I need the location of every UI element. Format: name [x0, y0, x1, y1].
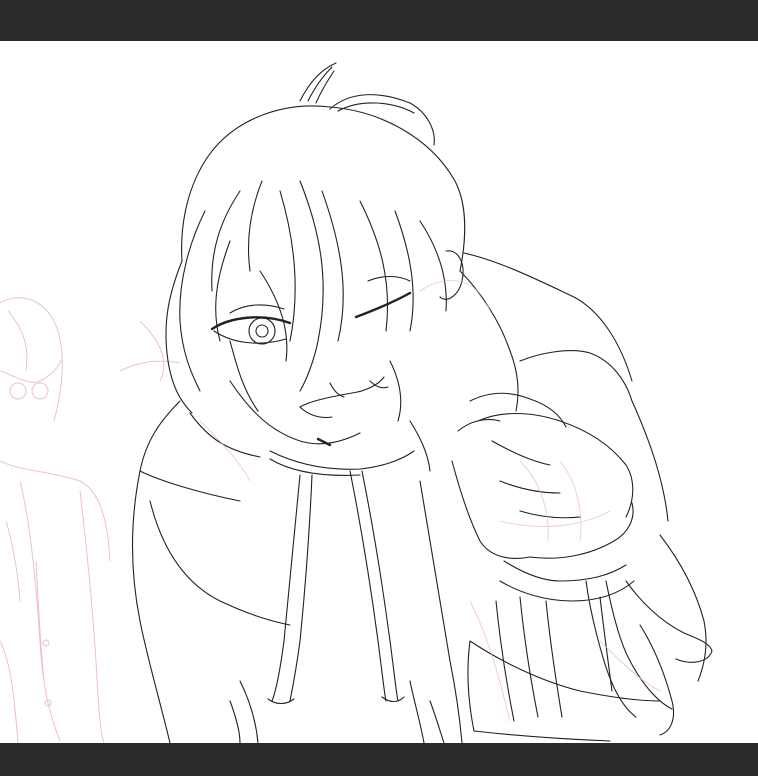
top-toolbar: [0, 0, 758, 41]
overlay-sketch: [199, 280, 661, 722]
main-lineart: [131, 62, 713, 743]
drawing-canvas[interactable]: [0, 41, 758, 743]
lineart-drawing: [0, 62, 713, 743]
bottom-status-bar: [0, 743, 758, 776]
